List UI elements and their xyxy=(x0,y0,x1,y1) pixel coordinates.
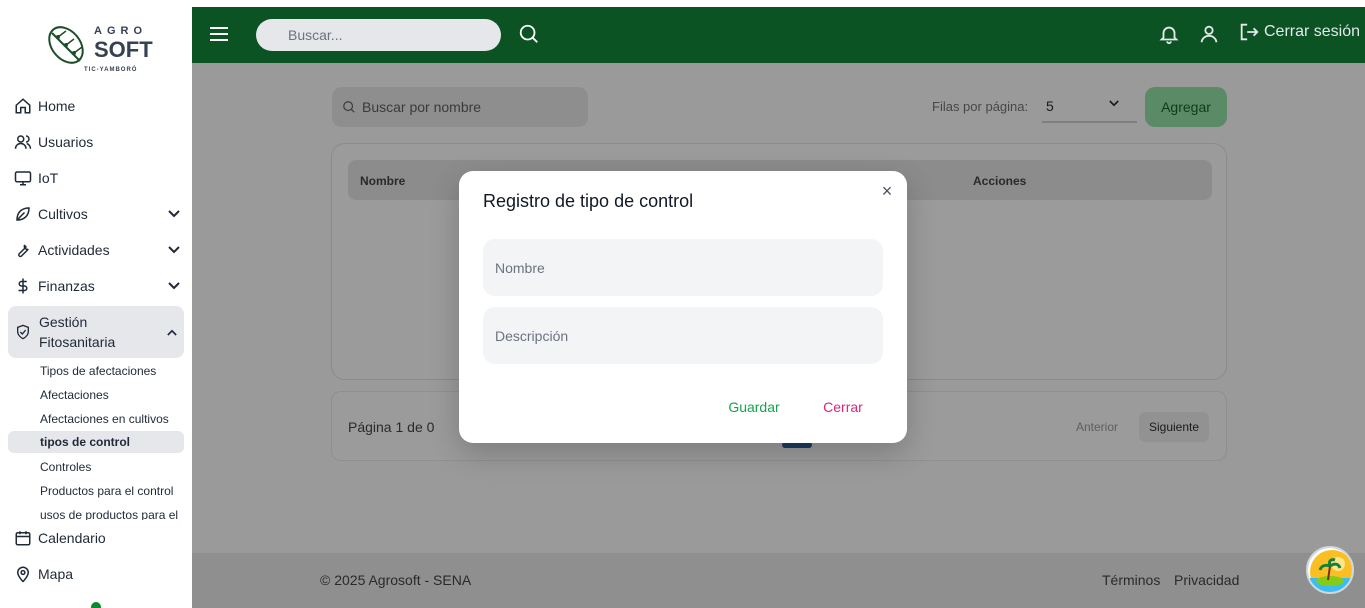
footer: © 2025 Agrosoft - SENA Términos Privacid… xyxy=(192,553,1365,608)
sidebar-subitem-usos-productos[interactable]: usos de productos para el xyxy=(8,506,184,520)
sidebar-item-label: Calendario xyxy=(38,530,106,546)
page-info: Página 1 de 0 xyxy=(348,419,435,435)
sidebar-item-label: Home xyxy=(38,98,76,114)
previous-page-button[interactable]: Anterior xyxy=(1067,412,1127,442)
sidebar-subitem-productos-control[interactable]: Productos para el control xyxy=(8,480,184,502)
sidebar-item-iot[interactable]: IoT xyxy=(8,162,184,194)
next-page-button[interactable]: Siguiente xyxy=(1139,412,1209,442)
logo-soft-text: SOFT xyxy=(94,37,153,62)
column-header-nombre[interactable]: Nombre xyxy=(360,174,405,188)
wrench-icon xyxy=(14,241,38,259)
sidebar-item-gestion-fitosanitaria[interactable]: Gestión Fitosanitaria xyxy=(8,306,184,358)
menu-icon[interactable] xyxy=(210,26,228,42)
calendar-icon xyxy=(14,529,38,547)
sidebar-item-calendario[interactable]: Calendario xyxy=(8,522,184,554)
leaf-logo-icon xyxy=(48,26,84,64)
register-control-type-dialog: Registro de tipo de control × Nombre Des… xyxy=(459,171,907,443)
status-dot xyxy=(91,602,101,608)
rows-per-page-label: Filas por página: xyxy=(932,99,1029,114)
search-icon xyxy=(342,100,356,114)
search-icon[interactable] xyxy=(518,23,540,50)
sidebar-item-actividades[interactable]: Actividades xyxy=(8,234,184,266)
map-pin-icon xyxy=(14,565,38,583)
users-icon xyxy=(14,133,38,151)
sidebar-item-usuarios[interactable]: Usuarios xyxy=(8,126,184,158)
sidebar-subitem-tipos-control[interactable]: tipos de control xyxy=(8,431,184,453)
search-placeholder: Buscar por nombre xyxy=(362,99,482,115)
top-strip xyxy=(0,0,1365,7)
sidebar-item-label: Actividades xyxy=(38,242,110,258)
sidebar-subitem-afectaciones[interactable]: Afectaciones xyxy=(8,384,184,406)
chevron-down-icon xyxy=(164,282,184,290)
logout-icon xyxy=(1240,23,1259,41)
sidebar: AGRO SOFT TIC-YAMBORÓ Home Usuarios IoT … xyxy=(0,7,192,608)
close-icon[interactable]: × xyxy=(877,181,897,201)
search-by-name-input[interactable]: Buscar por nombre xyxy=(332,87,588,127)
sidebar-item-label: IoT xyxy=(38,170,59,186)
rows-per-page-value: 5 xyxy=(1046,98,1054,114)
save-button[interactable]: Guardar xyxy=(717,391,791,423)
terms-link[interactable]: Términos xyxy=(1102,572,1160,588)
sidebar-item-home[interactable]: Home xyxy=(8,90,184,122)
sidebar-item-label: Usuarios xyxy=(38,134,94,150)
gestion-label-line1: Gestión xyxy=(39,314,88,330)
column-header-acciones: Acciones xyxy=(973,174,1027,188)
sidebar-item-label: Mapa xyxy=(38,566,74,582)
dialog-title: Registro de tipo de control xyxy=(483,191,694,211)
sidebar-item-label: Finanzas xyxy=(38,278,95,294)
copyright-text: © 2025 Agrosoft - SENA xyxy=(320,572,472,588)
agrosoft-logo[interactable]: AGRO SOFT TIC-YAMBORÓ xyxy=(44,21,154,77)
sidebar-subitem-tipos-afectaciones[interactable]: Tipos de afectaciones xyxy=(8,360,184,382)
sidebar-item-mapa[interactable]: Mapa xyxy=(8,558,184,590)
leaf-icon xyxy=(14,205,38,223)
add-button[interactable]: Agregar xyxy=(1145,87,1227,127)
shield-check-icon xyxy=(15,324,39,340)
sidebar-item-cultivos[interactable]: Cultivos xyxy=(8,198,184,230)
rows-per-page-select[interactable]: 5 xyxy=(1042,91,1137,123)
logo-sub-text: TIC-YAMBORÓ xyxy=(84,67,138,73)
name-field[interactable]: Nombre xyxy=(483,239,883,296)
header-search-input[interactable]: Buscar... xyxy=(256,19,501,51)
dollar-icon xyxy=(14,277,38,295)
sidebar-subitem-label: usos de productos para el xyxy=(40,508,179,520)
user-icon[interactable] xyxy=(1198,23,1220,50)
home-icon xyxy=(14,97,38,115)
privacy-link[interactable]: Privacidad xyxy=(1174,572,1239,588)
chevron-up-icon xyxy=(160,329,184,336)
cancel-button[interactable]: Cerrar xyxy=(811,391,875,423)
logout-button[interactable]: Cerrar sesión xyxy=(1238,21,1360,43)
bell-icon[interactable] xyxy=(1158,23,1180,50)
top-header: Buscar... Cerrar sesión xyxy=(192,7,1365,63)
sidebar-item-label: Cultivos xyxy=(38,206,88,222)
logo-agro-text: AGRO xyxy=(94,25,147,37)
sidebar-subitem-controles[interactable]: Controles xyxy=(8,456,184,478)
chevron-down-icon xyxy=(1109,99,1119,110)
sidebar-item-label: Gestión Fitosanitaria xyxy=(39,312,160,352)
description-field[interactable]: Descripción xyxy=(483,307,883,364)
chevron-down-icon xyxy=(164,246,184,254)
chevron-down-icon xyxy=(164,210,184,218)
gestion-label-line2: Fitosanitaria xyxy=(39,334,116,350)
sidebar-subitem-afectaciones-cultivos[interactable]: Afectaciones en cultivos xyxy=(8,408,184,430)
assistant-avatar-button[interactable] xyxy=(1306,546,1354,594)
monitor-icon xyxy=(14,169,38,187)
logout-label: Cerrar sesión xyxy=(1264,23,1361,40)
sidebar-item-finanzas[interactable]: Finanzas xyxy=(8,270,184,302)
